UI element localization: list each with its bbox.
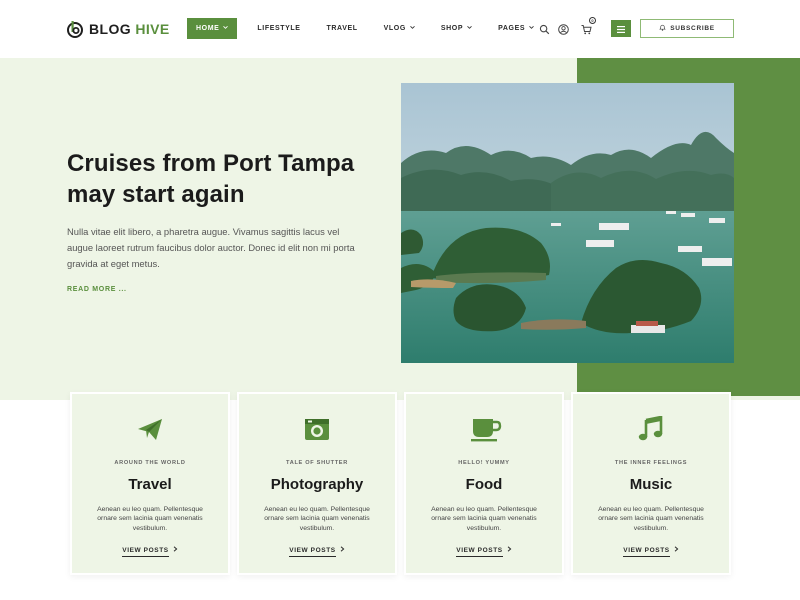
view-posts-link[interactable]: VIEW POSTS [72, 546, 228, 557]
view-posts-label: VIEW POSTS [122, 547, 169, 557]
card-description: Aenean eu leo quam. Pellentesque ornare … [598, 506, 704, 532]
cart-count-badge: 0 [589, 17, 596, 24]
view-posts-label: VIEW POSTS [623, 547, 670, 557]
chevron-right-icon [340, 546, 345, 554]
subscribe-button[interactable]: SUBSCRIBE [640, 19, 734, 38]
nav-item-home[interactable]: HOME [187, 18, 238, 39]
bell-icon [659, 24, 670, 33]
nav-item-label: PAGES [498, 25, 526, 32]
main-nav: HOME LIFESTYLE TRAVEL VLOG SHOP PAGES [187, 18, 560, 39]
category-card-music[interactable]: THE INNER FEELINGS Music Aenean eu leo q… [571, 392, 731, 575]
card-kicker: AROUND THE WORLD [114, 460, 186, 466]
card-title[interactable]: Photography [239, 476, 395, 493]
card-title[interactable]: Travel [72, 476, 228, 493]
view-posts-link[interactable]: VIEW POSTS [239, 546, 395, 557]
nav-item-lifestyle[interactable]: LIFESTYLE [257, 18, 300, 39]
card-description: Aenean eu leo quam. Pellentesque ornare … [431, 506, 537, 532]
view-posts-link[interactable]: VIEW POSTS [573, 546, 729, 557]
camera-icon [303, 416, 331, 442]
chevron-right-icon [674, 546, 679, 554]
nav-item-travel[interactable]: TRAVEL [327, 18, 358, 39]
logo-text: BLOG HIVE [89, 21, 170, 37]
category-card-food[interactable]: HELLO! YUMMY Food Aenean eu leo quam. Pe… [404, 392, 564, 575]
card-kicker: TALE OF SHUTTER [286, 460, 348, 466]
menu-button[interactable] [611, 20, 631, 37]
view-posts-label: VIEW POSTS [289, 547, 336, 557]
view-posts-link[interactable]: VIEW POSTS [406, 546, 562, 557]
nav-item-label: HOME [196, 25, 220, 32]
chevron-down-icon [223, 25, 229, 30]
chevron-right-icon [507, 546, 512, 554]
coffee-cup-icon [470, 416, 502, 442]
chevron-down-icon [467, 25, 472, 30]
view-posts-label: VIEW POSTS [456, 547, 503, 557]
logo-mark-icon [66, 20, 84, 38]
nav-item-label: VLOG [383, 25, 406, 32]
chevron-down-icon [410, 25, 415, 30]
hero-title[interactable]: Cruises from Port Tampa may start again [67, 148, 367, 210]
nav-item-label: SHOP [440, 25, 464, 32]
card-title[interactable]: Food [406, 476, 562, 493]
logo-text-main: BLOG [89, 21, 136, 37]
hero-excerpt: Nulla vitae elit libero, a pharetra augu… [67, 226, 355, 269]
chevron-down-icon [529, 25, 534, 30]
card-description: Aenean eu leo quam. Pellentesque ornare … [264, 506, 370, 532]
subscribe-label: SUBSCRIBE [670, 25, 715, 32]
user-icon[interactable] [558, 22, 569, 35]
music-note-icon [637, 415, 665, 442]
nav-item-shop[interactable]: SHOP [441, 18, 472, 39]
paper-plane-icon [136, 416, 164, 442]
nav-item-label: TRAVEL [326, 25, 358, 32]
read-more-link[interactable]: READ MORE ... [67, 286, 127, 293]
card-kicker: THE INNER FEELINGS [614, 460, 688, 466]
nav-item-pages[interactable]: PAGES [498, 18, 534, 39]
hamburger-icon [617, 20, 625, 38]
card-kicker: HELLO! YUMMY [458, 460, 510, 466]
card-title[interactable]: Music [573, 476, 729, 493]
hero-image[interactable] [401, 83, 734, 363]
logo-text-accent: HIVE [135, 21, 170, 37]
search-icon[interactable] [539, 22, 550, 35]
category-card-photography[interactable]: TALE OF SHUTTER Photography Aenean eu le… [237, 392, 397, 575]
category-card-travel[interactable]: AROUND THE WORLD Travel Aenean eu leo qu… [70, 392, 230, 575]
site-header: BLOG HIVE HOME LIFESTYLE TRAVEL VLOG SHO… [0, 0, 800, 58]
card-description: Aenean eu leo quam. Pellentesque ornare … [97, 506, 203, 532]
nav-item-vlog[interactable]: VLOG [384, 18, 415, 39]
nav-item-label: LIFESTYLE [257, 25, 301, 32]
chevron-right-icon [173, 546, 178, 554]
logo[interactable]: BLOG HIVE [66, 18, 170, 40]
